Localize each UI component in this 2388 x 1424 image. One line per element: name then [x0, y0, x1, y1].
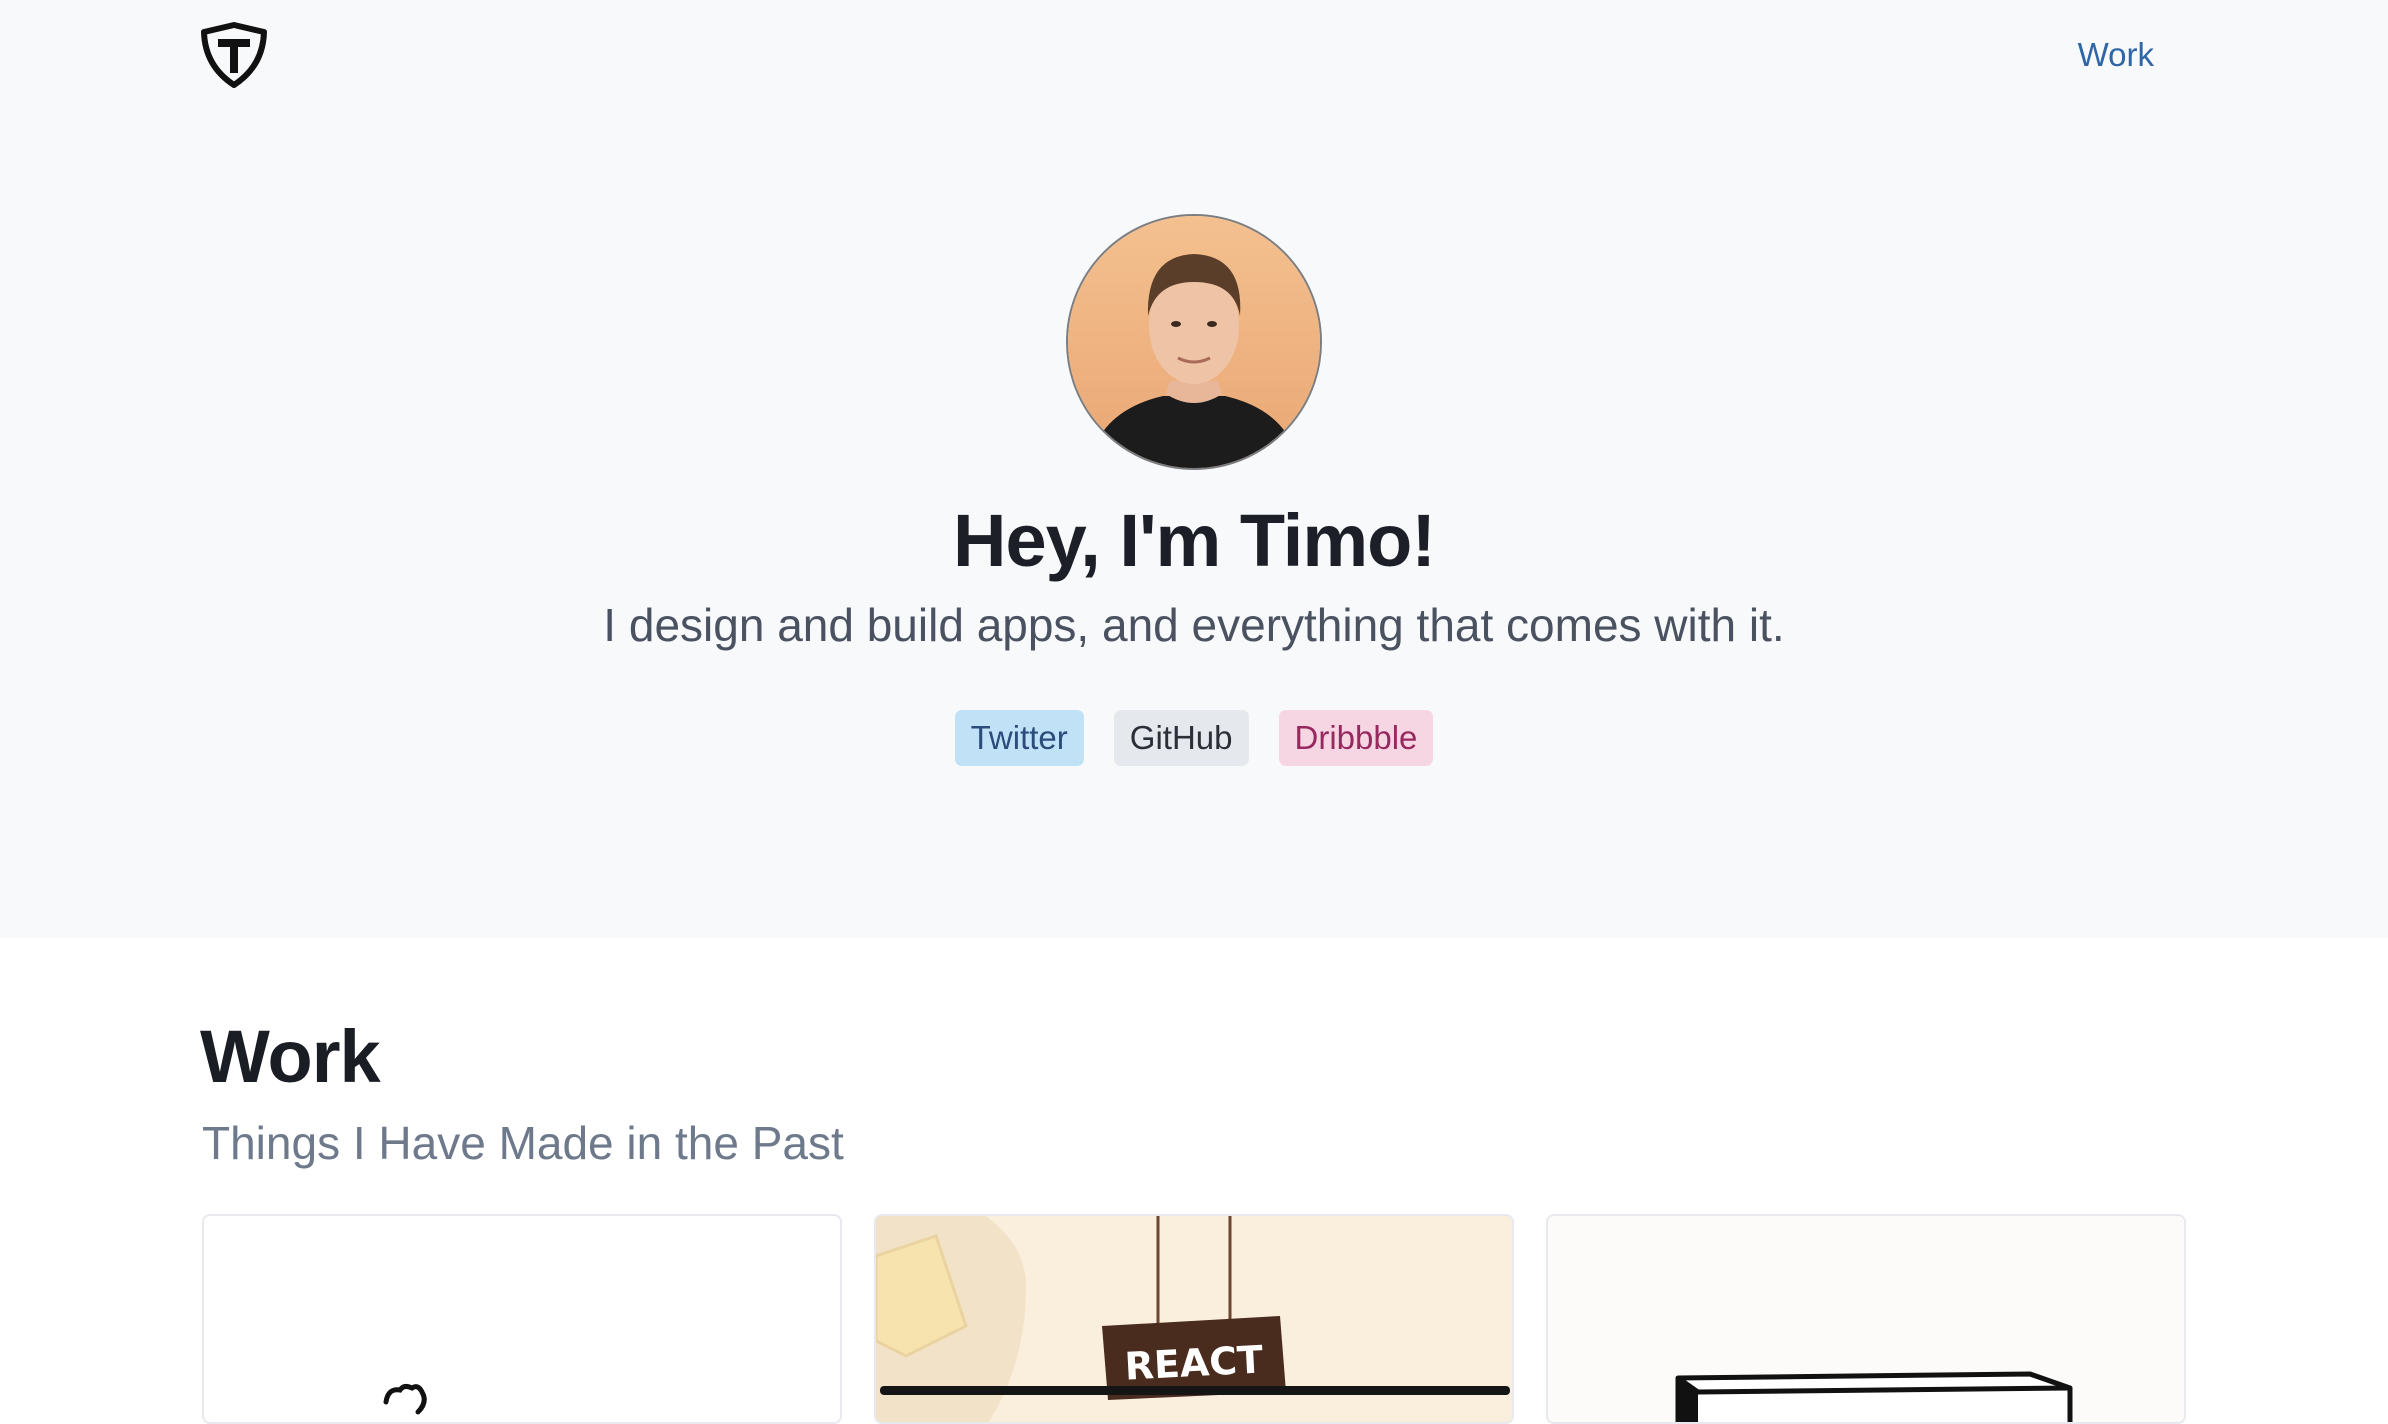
- react-sign-illustration: REACT: [876, 1216, 1512, 1422]
- hero-section: Work Hey, I'm Timo! I design and build a…: [0, 0, 2388, 938]
- work-section-subtitle: Things I Have Made in the Past: [202, 1117, 844, 1169]
- box-illustration: [1548, 1216, 2184, 1422]
- avatar-image: [1068, 216, 1320, 468]
- doodle-illustration: [383, 1383, 427, 1415]
- twitter-link[interactable]: Twitter: [954, 710, 1084, 766]
- work-card-2[interactable]: REACT: [874, 1214, 1514, 1424]
- social-links: Twitter GitHub Dribbble: [0, 710, 2388, 766]
- avatar: [1066, 214, 1322, 470]
- nav-work-link[interactable]: Work: [2078, 36, 2154, 74]
- github-link[interactable]: GitHub: [1113, 710, 1249, 766]
- work-card-3[interactable]: [1546, 1214, 2186, 1424]
- work-card-1[interactable]: [202, 1214, 842, 1424]
- hero-subtitle: I design and build apps, and everything …: [603, 599, 1785, 651]
- react-sign-text: REACT: [1124, 1337, 1265, 1388]
- hero-title: Hey, I'm Timo!: [953, 499, 1436, 582]
- work-section-title: Work: [200, 1015, 381, 1098]
- dribbble-link[interactable]: Dribbble: [1278, 710, 1434, 766]
- shield-t-logo-icon[interactable]: [200, 22, 268, 88]
